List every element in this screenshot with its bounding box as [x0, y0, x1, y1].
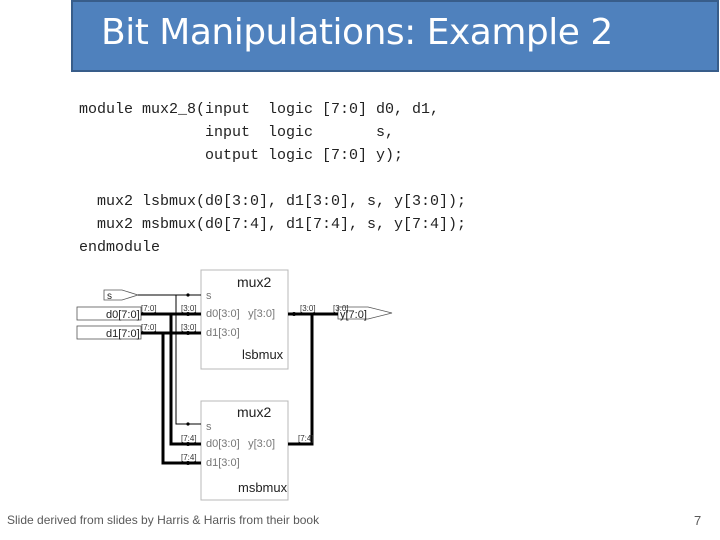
msbmux-pin-d0: d0[3:0]: [206, 438, 240, 450]
junction-dot: [186, 422, 190, 426]
lsbmux-pin-d0: d0[3:0]: [206, 308, 240, 320]
bus-label-msb-d1: [7:4]: [181, 453, 197, 462]
msbmux-type-label: mux2: [237, 404, 271, 420]
schematic-diagram: mux2 s d0[3:0] d1[3:0] y[3:0] lsbmux mux…: [76, 269, 393, 501]
bus-label-msb-y: [7:4]: [298, 434, 314, 443]
bus-label-lsb-d1: [3:0]: [181, 323, 197, 332]
bus-label-lsb-d0: [3:0]: [181, 304, 197, 313]
lsbmux-pin-s: s: [206, 290, 212, 302]
port-d0: d0[7:0]: [76, 306, 142, 321]
junction-dot: [186, 293, 190, 297]
port-s-label: s: [107, 291, 112, 302]
msbmux-pin-y: y[3:0]: [248, 438, 275, 450]
wire-y-msb: [288, 314, 314, 446]
lsbmux-type-label: mux2: [237, 274, 271, 290]
bus-label-d0-in: [7:0]: [141, 304, 157, 313]
msbmux-pin-d1: d1[3:0]: [206, 457, 240, 469]
msbmux-block: mux2 s d0[3:0] d1[3:0] y[3:0] msbmux: [200, 400, 289, 501]
lsbmux-pin-d1: d1[3:0]: [206, 327, 240, 339]
port-d1-label: d1[7:0]: [106, 328, 140, 340]
page-number: 7: [694, 513, 702, 528]
footer-credit: Slide derived from slides by Harris & Ha…: [7, 513, 320, 527]
bus-label-msb-d0: [7:4]: [181, 434, 197, 443]
port-s: s: [103, 289, 140, 302]
bus-label-d1-in: [7:0]: [141, 323, 157, 332]
junction-dot: [292, 312, 296, 316]
lsbmux-instance-label: lsbmux: [242, 347, 284, 362]
port-d0-label: d0[7:0]: [106, 309, 140, 321]
msbmux-instance-label: msbmux: [238, 480, 288, 495]
port-d1: d1[7:0]: [76, 325, 142, 340]
msbmux-pin-s: s: [206, 421, 212, 433]
bus-label-lsb-y: [3:0]: [300, 304, 316, 313]
bus-label-y-out: [3:0]: [333, 304, 349, 313]
lsbmux-block: mux2 s d0[3:0] d1[3:0] y[3:0] lsbmux: [200, 269, 289, 370]
lsbmux-pin-y: y[3:0]: [248, 308, 275, 320]
